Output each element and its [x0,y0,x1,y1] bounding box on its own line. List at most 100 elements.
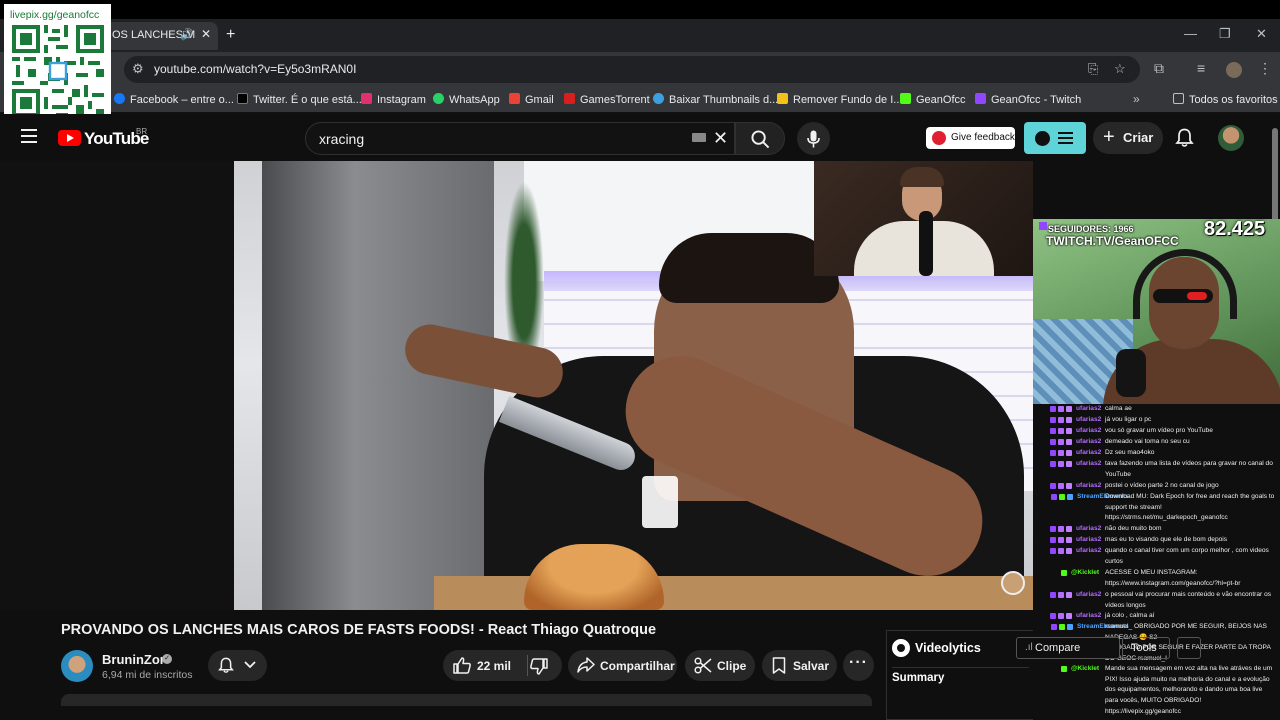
remove-bg-icon [777,93,788,104]
like-icon[interactable] [453,657,471,674]
browser-tab[interactable]: OS LANCHES M 🔊 ✕ [104,22,218,50]
menu-lines-icon [1058,132,1073,147]
give-feedback-button[interactable]: Give feedback [926,127,1015,149]
chat-badges-icon [1050,526,1074,533]
chat-username[interactable]: ufarias2 [1076,546,1101,557]
bookmark-instagram[interactable]: Instagram [361,93,426,106]
channel-avatar[interactable] [61,650,93,682]
qr-label: livepix.gg/geanofcc [10,9,100,21]
summary-heading[interactable]: Summary [892,672,944,684]
extensions-icon[interactable]: ⧉ [1154,60,1164,77]
videolytics-logo-icon [892,639,910,657]
more-actions-icon[interactable]: ··· [843,650,874,681]
notifications-bell-icon[interactable] [1175,128,1194,148]
chat-badges-icon [1050,450,1074,457]
voice-search-button[interactable] [797,122,830,155]
videolytics-menu-button[interactable] [1024,122,1086,154]
search-button[interactable] [735,122,785,155]
chat-username[interactable]: ufarias2 [1076,459,1101,470]
youtube-logo-icon[interactable] [58,130,81,146]
chat-username[interactable]: ufarias2 [1076,437,1101,448]
video-scene-hair [659,233,839,303]
clear-search-icon[interactable]: ✕ [713,128,728,149]
chat-username[interactable]: @Kicklet [1071,664,1099,675]
bookmark-thumbnails[interactable]: Baixar Thumbnails d... [653,93,778,106]
keyboard-icon[interactable] [692,133,706,142]
chat-username[interactable]: ufarias2 [1076,404,1101,415]
url-text[interactable]: youtube.com/watch?v=Ey5o3mRAN0I [154,62,356,76]
chat-username[interactable]: ufarias2 [1076,611,1101,622]
headphones-icon [1133,249,1237,319]
omnibox[interactable]: ⚙ youtube.com/watch?v=Ey5o3mRAN0I ⎘ ☆ [124,56,1140,83]
video-scene-shirt-logo [642,476,678,528]
bookmark-icon [772,657,786,674]
chat-username[interactable]: ufarias2 [1076,535,1101,546]
verified-check-icon: ✓ [162,654,172,664]
bottom-strip [0,706,1033,720]
chat-badges-icon [1050,613,1074,620]
save-button[interactable]: Salvar [762,650,837,681]
bookmark-label: GeanOfcc [916,94,966,106]
hamburger-menu-icon[interactable] [21,129,37,147]
minimize-icon[interactable]: — [1184,26,1197,41]
chat-badges-icon [1050,439,1074,446]
profile-avatar-icon[interactable] [1226,62,1242,78]
chat-username[interactable]: @Kicklet [1071,568,1099,579]
all-favorites-folder[interactable]: Todos os favoritos [1173,93,1278,106]
chat-username[interactable]: ufarias2 [1076,524,1101,535]
share-label: Compartilhar [600,659,675,673]
bar-chart-icon: .ıl [1025,642,1033,653]
chat-text: o pessoal vai procurar mais conteúdo e v… [1105,591,1272,609]
clip-button[interactable]: Clipe [685,650,755,681]
chat-badges-icon [1061,570,1069,577]
create-button[interactable]: + Criar [1093,122,1163,154]
bookmark-facebook[interactable]: Facebook – entre o... [114,93,234,106]
close-window-icon[interactable]: ✕ [1256,26,1267,42]
bookmark-gmail[interactable]: Gmail [509,93,554,106]
chat-badges-icon [1050,537,1074,544]
videolytics-title: Videolytics [915,641,981,655]
browser-menu-icon[interactable]: ⋮ [1258,60,1272,77]
search-input[interactable]: xracing ✕ [305,122,735,155]
bookmark-label: Facebook – entre o... [130,94,234,106]
tools-button[interactable]: Tools [1122,637,1170,659]
bookmark-kick[interactable]: GeanOfcc [900,93,966,106]
bookmark-star-icon[interactable]: ☆ [1114,61,1126,77]
chat-username[interactable]: ufarias2 [1076,481,1101,492]
more-bookmarks-icon[interactable]: » [1133,92,1140,106]
chat-text: já colo , calma aí [1105,612,1155,619]
speaker-icon[interactable]: 🔊 [180,28,194,41]
chat-username[interactable]: ufarias2 [1076,415,1101,426]
country-code: BR [136,127,148,136]
channel-watermark[interactable] [1001,571,1025,595]
video-scene-fridge [262,161,494,610]
chat-username[interactable]: ufarias2 [1076,426,1101,437]
restore-icon[interactable]: ❐ [1219,26,1231,42]
description-box[interactable] [61,694,872,706]
webcam-person-hair [900,167,944,187]
compare-button[interactable]: .ıl Compare [1016,637,1120,659]
like-count[interactable]: 22 mil [477,659,511,673]
new-tab-icon[interactable]: + [226,26,235,44]
bookmark-whatsapp[interactable]: WhatsApp [433,93,500,106]
site-info-icon[interactable]: ⚙ [132,61,144,77]
panel-options-button[interactable] [1177,637,1201,659]
install-icon[interactable]: ⎘ [1088,61,1098,77]
bookmark-gamestorrent[interactable]: GamesTorrent [564,93,650,106]
search-query[interactable]: xracing [319,131,364,147]
bookmark-twitter[interactable]: Twitter. É o que está... [237,93,362,106]
bookmark-label: Gmail [525,94,554,106]
channel-name[interactable]: BruninZor [102,652,165,667]
subscription-bell-button[interactable] [208,650,267,681]
user-avatar[interactable] [1218,125,1244,151]
chat-username[interactable]: ufarias2 [1076,448,1101,459]
chat-username[interactable]: ufarias2 [1076,590,1101,601]
bookmark-label: Baixar Thumbnails d... [669,94,779,106]
share-button[interactable]: Compartilhar [568,650,677,681]
close-tab-icon[interactable]: ✕ [201,27,211,41]
bookmark-twitch[interactable]: GeanOfcc - Twitch [975,93,1081,106]
dislike-icon[interactable] [530,658,548,675]
media-controls-icon[interactable]: ≡ [1197,60,1205,76]
bookmark-remover-fundo[interactable]: Remover Fundo de I... [777,93,902,106]
chat-text: não deu muito bom [1105,525,1162,532]
